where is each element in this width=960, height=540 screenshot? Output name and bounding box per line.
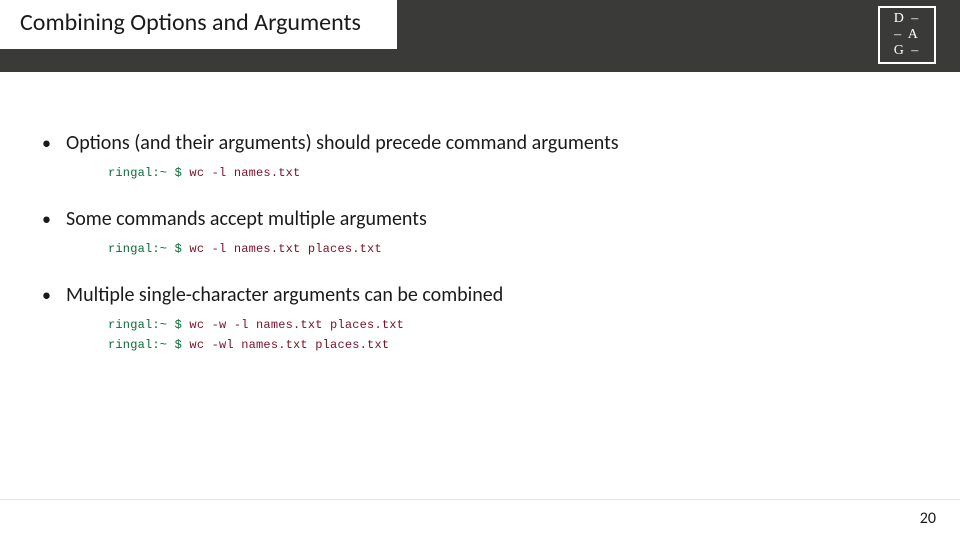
page-number: 20 [920, 509, 936, 528]
bullet-block: • Multiple single-character arguments ca… [42, 282, 920, 352]
code-prompt: ringal:~ $ [108, 318, 182, 332]
bullet-block: • Some commands accept multiple argument… [42, 206, 920, 256]
logo-row-3: G – [894, 43, 921, 59]
title-bar: Combining Options and Arguments D – – A … [0, 0, 960, 72]
title-wrap: Combining Options and Arguments [0, 0, 397, 49]
logo-row-1: D – [894, 11, 921, 27]
bullet-text: Options (and their arguments) should pre… [66, 130, 920, 156]
code-command: wc -w -l names.txt places.txt [182, 318, 404, 332]
code-prompt: ringal:~ $ [108, 166, 182, 180]
code-line: ringal:~ $ wc -w -l names.txt places.txt [108, 318, 920, 332]
logo-row-2: – A [894, 27, 920, 43]
logo: D – – A G – [878, 6, 936, 64]
code-command: wc -l names.txt [182, 166, 300, 180]
bullet-text: Multiple single-character arguments can … [66, 282, 920, 308]
bullet-text: Some commands accept multiple arguments [66, 206, 920, 232]
bullet-block: • Options (and their arguments) should p… [42, 130, 920, 180]
bullet-item: • Options (and their arguments) should p… [42, 130, 920, 156]
bullet-dot: • [42, 206, 66, 232]
code-prompt: ringal:~ $ [108, 242, 182, 256]
bullet-item: • Multiple single-character arguments ca… [42, 282, 920, 308]
bullet-item: • Some commands accept multiple argument… [42, 206, 920, 232]
code-line: ringal:~ $ wc -wl names.txt places.txt [108, 338, 920, 352]
bullet-dot: • [42, 130, 66, 156]
footer-rule [0, 499, 960, 500]
code-prompt: ringal:~ $ [108, 338, 182, 352]
content-area: • Options (and their arguments) should p… [42, 130, 920, 378]
page-title: Combining Options and Arguments [0, 0, 381, 49]
code-line: ringal:~ $ wc -l names.txt places.txt [108, 242, 920, 256]
code-command: wc -l names.txt places.txt [182, 242, 382, 256]
bullet-dot: • [42, 282, 66, 308]
code-line: ringal:~ $ wc -l names.txt [108, 166, 920, 180]
code-command: wc -wl names.txt places.txt [182, 338, 389, 352]
